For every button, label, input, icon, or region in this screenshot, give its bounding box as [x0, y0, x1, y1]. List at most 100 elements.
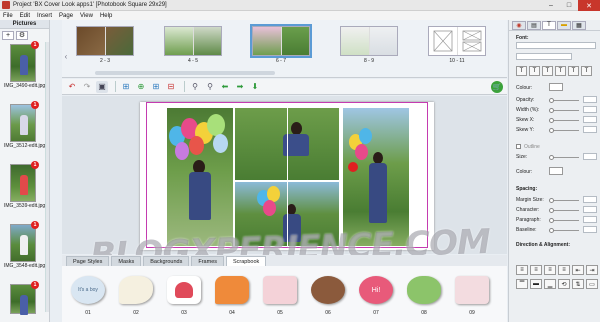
- width-slider[interactable]: [549, 108, 579, 113]
- valign-top-icon[interactable]: ▔: [516, 279, 528, 289]
- text-style-button[interactable]: T: [542, 66, 553, 76]
- add-page-icon[interactable]: ⊕: [135, 81, 147, 93]
- text-style-button[interactable]: T: [555, 66, 566, 76]
- text-box-icon[interactable]: ▭: [586, 279, 598, 289]
- align-right-icon[interactable]: ≡: [544, 265, 556, 275]
- margin-slider[interactable]: [549, 198, 579, 203]
- tab-page-styles[interactable]: Page Styles: [66, 256, 110, 266]
- picture-item[interactable]: 1: [4, 281, 42, 315]
- character-input[interactable]: [583, 206, 597, 213]
- page-spread[interactable]: [140, 102, 434, 250]
- picture-settings-button[interactable]: ⚙: [16, 30, 28, 40]
- paragraph-input[interactable]: [583, 216, 597, 223]
- cart-icon[interactable]: 🛒: [491, 81, 503, 93]
- undo-icon[interactable]: ↶: [66, 81, 78, 93]
- text-style-button[interactable]: T: [529, 66, 540, 76]
- photo-frame[interactable]: [235, 182, 339, 246]
- skew-x-input[interactable]: [583, 116, 597, 123]
- character-slider[interactable]: [549, 208, 579, 213]
- margin-input[interactable]: [583, 196, 597, 203]
- arrow-left-icon[interactable]: ⬅: [219, 81, 231, 93]
- highlight-tab-icon[interactable]: ▬: [557, 20, 571, 30]
- add-page-before-icon[interactable]: ⊞: [120, 81, 132, 93]
- skew-x-slider[interactable]: [549, 118, 579, 123]
- opacity-slider[interactable]: [549, 98, 579, 103]
- font-select[interactable]: [516, 42, 596, 49]
- arrow-right-icon[interactable]: ➡: [234, 81, 246, 93]
- zoom-out-icon[interactable]: ⚲: [189, 81, 201, 93]
- sticker-item[interactable]: [404, 272, 444, 308]
- menu-edit[interactable]: Edit: [20, 13, 30, 19]
- text-style-button[interactable]: T: [581, 66, 592, 76]
- sticker-item[interactable]: [212, 272, 252, 308]
- sticker-item[interactable]: [164, 272, 204, 308]
- text-style-button[interactable]: T: [568, 66, 579, 76]
- rotate-icon[interactable]: ⟲: [558, 279, 570, 289]
- spread-thumbnail[interactable]: [340, 26, 398, 56]
- picture-item[interactable]: 1 IMG_3490-edit.jpg: [4, 41, 45, 89]
- add-picture-button[interactable]: +: [2, 30, 14, 40]
- photo-frame[interactable]: [343, 108, 409, 246]
- outline-size-slider[interactable]: [549, 155, 579, 160]
- tab-frames[interactable]: Frames: [191, 256, 224, 266]
- text-style-button[interactable]: T: [516, 66, 527, 76]
- menu-page[interactable]: Page: [59, 13, 73, 19]
- minimize-button[interactable]: –: [542, 0, 560, 11]
- spread-thumbnail[interactable]: [164, 26, 222, 56]
- tab-scrapbook[interactable]: Scrapbook: [226, 256, 267, 266]
- outline-checkbox[interactable]: [516, 144, 521, 149]
- save-icon[interactable]: ▣: [96, 80, 108, 93]
- close-button[interactable]: ✕: [578, 0, 600, 11]
- skew-y-input[interactable]: [583, 126, 597, 133]
- align-left-icon[interactable]: ≡: [516, 265, 528, 275]
- delete-page-icon[interactable]: ⊟: [165, 81, 177, 93]
- valign-bottom-icon[interactable]: ▁: [544, 279, 556, 289]
- spread-thumbnail[interactable]: [76, 26, 134, 56]
- color-tab-icon[interactable]: ◉: [512, 20, 526, 30]
- align-justify-icon[interactable]: ≡: [558, 265, 570, 275]
- sticker-item[interactable]: [116, 272, 156, 308]
- photo-frame[interactable]: [235, 108, 339, 180]
- sticker-item[interactable]: [260, 272, 300, 308]
- sticker-item[interactable]: [308, 272, 348, 308]
- spread-thumbnail-selected[interactable]: [250, 24, 312, 58]
- baseline-input[interactable]: [583, 226, 597, 233]
- menu-file[interactable]: File: [3, 13, 13, 19]
- chevron-left-icon[interactable]: ‹: [62, 48, 70, 64]
- text-tab-icon[interactable]: T: [542, 20, 556, 30]
- menu-insert[interactable]: Insert: [37, 13, 52, 19]
- image-tab-icon[interactable]: ▦: [572, 20, 586, 30]
- redo-icon[interactable]: ↷: [81, 81, 93, 93]
- spread-thumbnail[interactable]: [428, 26, 486, 56]
- sticker-item[interactable]: [452, 272, 492, 308]
- menu-view[interactable]: View: [80, 13, 93, 19]
- opacity-input[interactable]: [583, 96, 597, 103]
- baseline-slider[interactable]: [549, 228, 579, 233]
- picture-item[interactable]: 1 IMG_3548-edit.jpg: [4, 221, 45, 269]
- maximize-button[interactable]: □: [560, 0, 578, 11]
- layout-tab-icon[interactable]: ▤: [527, 20, 541, 30]
- skew-y-slider[interactable]: [549, 128, 579, 133]
- align-center-icon[interactable]: ≡: [530, 265, 542, 275]
- flip-icon[interactable]: ⇅: [572, 279, 584, 289]
- outline-size-input[interactable]: [583, 153, 597, 160]
- outline-colour-swatch[interactable]: [549, 167, 563, 175]
- picture-item[interactable]: 1 IMG_3539-edit.jpg: [4, 161, 45, 209]
- tab-backgrounds[interactable]: Backgrounds: [143, 256, 190, 266]
- font-size-select[interactable]: [516, 53, 572, 60]
- zoom-in-icon[interactable]: ⚲: [204, 81, 216, 93]
- editor-canvas[interactable]: [62, 96, 507, 254]
- colour-swatch[interactable]: [549, 83, 563, 91]
- sticker-item[interactable]: Hi!: [356, 272, 396, 308]
- paragraph-slider[interactable]: [549, 218, 579, 223]
- picture-item[interactable]: 1 IMG_3512-edit.jpg: [4, 101, 45, 149]
- pictures-scrollbar[interactable]: [45, 42, 49, 312]
- width-input[interactable]: [583, 106, 597, 113]
- page-strip-scrollbar[interactable]: [95, 71, 275, 75]
- tab-masks[interactable]: Masks: [111, 256, 142, 266]
- valign-middle-icon[interactable]: ▬: [530, 279, 542, 289]
- photo-frame[interactable]: [167, 108, 233, 246]
- arrow-down-icon[interactable]: ⬇: [249, 81, 261, 93]
- text-direction-icon[interactable]: ⇤: [572, 265, 584, 275]
- menu-help[interactable]: Help: [100, 13, 112, 19]
